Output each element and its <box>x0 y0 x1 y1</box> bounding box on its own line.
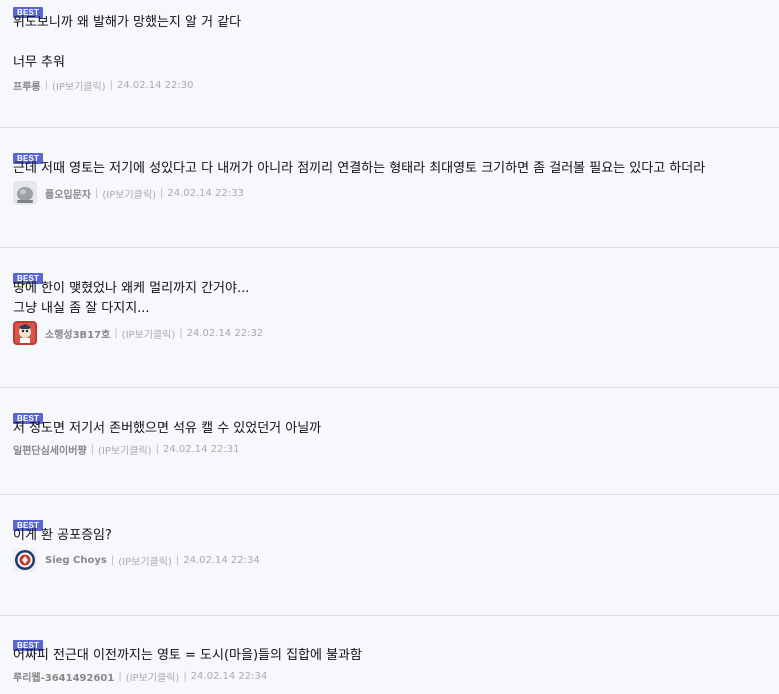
ip-view-link[interactable]: (IP보기클릭) <box>126 669 180 684</box>
separator: | <box>44 79 48 91</box>
separator: | <box>118 670 122 682</box>
comment-text: 위도보니까 왜 발해가 망했는지 알 거 같다 너무 추워 <box>13 15 242 70</box>
comment-item: BEST 땅에 한이 맺혔었나 왜케 멀리까지 간거야... 그냥 내실 좀 잘… <box>0 248 779 388</box>
separator: | <box>90 443 94 455</box>
comment-meta: 루리웹-3641492601 | (IP보기클릭) | 24.02.14 22:… <box>13 666 779 686</box>
timestamp: 24.02.14 22:31 <box>162 443 240 455</box>
comment-item: BEST 저 정도면 저기서 존버했으면 석유 캘 수 있었던거 아닐까 일편단… <box>0 388 779 495</box>
author-name[interactable]: 프루롱 <box>13 78 41 93</box>
separator: | <box>110 554 115 566</box>
ip-view-link[interactable]: (IP보기클릭) <box>122 326 176 341</box>
comment-item: BEST 이게 환 공포증임? Sieg Choys | (IP보기클릭) | … <box>0 495 779 616</box>
author-name[interactable]: 소행성3B17호 <box>45 326 110 341</box>
comment-meta: 프루롱 | (IP보기클릭) | 24.02.14 22:30 <box>13 73 779 97</box>
comment-list: BEST 위도보니까 왜 발해가 망했는지 알 거 같다 너무 추워 프루롱 |… <box>0 0 779 694</box>
comment-text: 저 정도면 저기서 존버했으면 석유 캘 수 있었던거 아닐까 <box>13 421 322 436</box>
separator: | <box>159 187 164 199</box>
circle-emblem-avatar[interactable] <box>13 548 37 572</box>
separator: | <box>179 327 183 339</box>
comment-meta: 플오입문자 | (IP보기클릭) | 24.02.14 22:33 <box>13 181 779 205</box>
comment-item: BEST 어짜피 전근대 이전까지는 영토 = 도시(마을)들의 집합에 불과함… <box>0 616 779 694</box>
author-name[interactable]: 플오입문자 <box>45 186 91 201</box>
timestamp: 24.02.14 22:32 <box>186 327 264 339</box>
ip-view-link[interactable]: (IP보기클릭) <box>102 186 156 201</box>
comment-text: 이게 환 공포증임? <box>13 528 112 543</box>
ip-view-link[interactable]: (IP보기클릭) <box>118 553 172 568</box>
comment-item: BEST 근데 저때 영토는 저기에 성있다고 다 내꺼가 아니라 점끼리 연결… <box>0 128 779 248</box>
author-name[interactable]: 루리웹-3641492601 <box>13 669 114 684</box>
timestamp: 24.02.14 22:33 <box>167 187 244 199</box>
separator: | <box>155 443 159 455</box>
timestamp: 24.02.14 22:34 <box>183 554 260 566</box>
comment-text: 땅에 한이 맺혔었나 왜케 멀리까지 간거야... 그냥 내실 좀 잘 다지지.… <box>13 281 250 316</box>
timestamp: 24.02.14 22:34 <box>190 670 268 682</box>
author-name[interactable]: 일편단심세이버쨩 <box>13 442 87 457</box>
comment-meta: 소행성3B17호 | (IP보기클릭) | 24.02.14 22:32 <box>13 321 779 345</box>
gray-blob-avatar[interactable] <box>13 181 37 205</box>
comment-text: 어짜피 전근대 이전까지는 영토 = 도시(마을)들의 집합에 불과함 <box>13 648 362 663</box>
author-name[interactable]: Sieg Choys <box>45 555 107 566</box>
separator: | <box>114 327 118 339</box>
red-character-avatar[interactable] <box>13 321 37 345</box>
ip-view-link[interactable]: (IP보기클릭) <box>98 442 152 457</box>
separator: | <box>109 79 113 91</box>
comment-item: BEST 위도보니까 왜 발해가 망했는지 알 거 같다 너무 추워 프루롱 |… <box>0 0 779 128</box>
separator: | <box>95 187 99 199</box>
separator: | <box>175 554 180 566</box>
timestamp: 24.02.14 22:30 <box>116 79 194 91</box>
comment-meta: 일편단심세이버쨩 | (IP보기클릭) | 24.02.14 22:31 <box>13 439 779 459</box>
comment-text: 근데 저때 영토는 저기에 성있다고 다 내꺼가 아니라 점끼리 연결하는 형태… <box>13 161 706 176</box>
comment-meta: Sieg Choys | (IP보기클릭) | 24.02.14 22:34 <box>13 548 779 572</box>
ip-view-link[interactable]: (IP보기클릭) <box>52 78 106 93</box>
separator: | <box>183 670 187 682</box>
